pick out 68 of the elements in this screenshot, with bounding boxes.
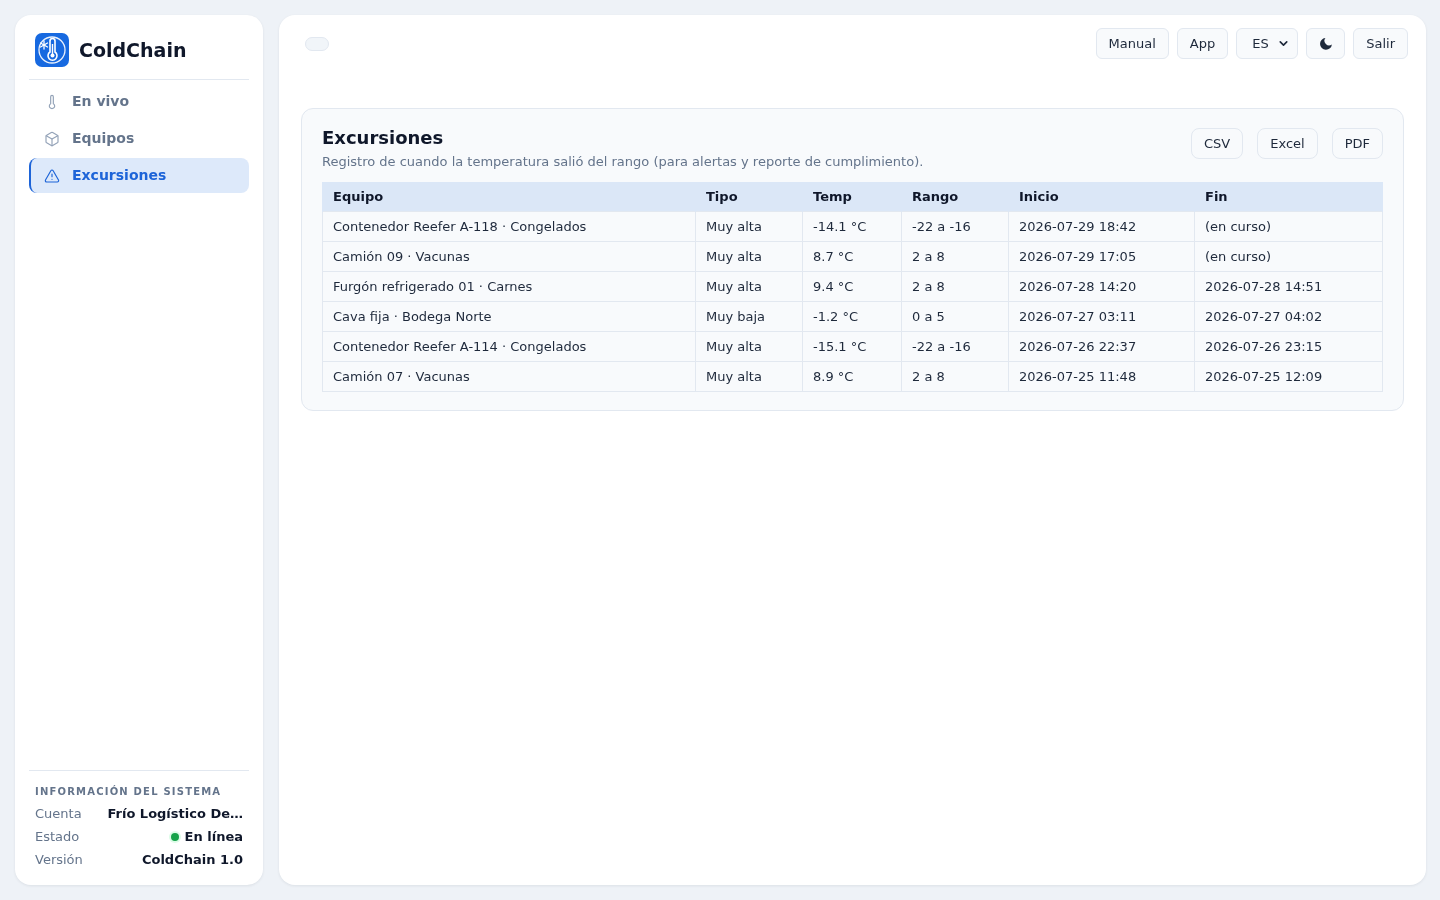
table-cell: Muy alta [695,211,803,242]
info-label: Cuenta [35,804,82,823]
table-cell: -15.1 °C [802,331,902,362]
theme-toggle-button[interactable] [1306,28,1346,59]
table-cell: 2026-07-27 03:11 [1008,301,1195,332]
table-cell: Muy alta [695,361,803,392]
table-cell: Muy alta [695,241,803,272]
column-header: Fin [1194,181,1383,212]
export-button[interactable]: Excel [1257,128,1318,159]
nav-item[interactable]: En vivo [29,84,249,119]
info-value: En línea [184,827,243,846]
column-header: Temp [802,181,902,212]
table-cell: 2026-07-26 23:15 [1194,331,1383,362]
column-header: Equipo [322,181,696,212]
export-button[interactable]: CSV [1191,128,1244,159]
card-title: Excursiones [322,127,445,149]
table-cell: -14.1 °C [802,211,902,242]
card-subtitle: Registro de cuando la temperatura salió del rango (para alertas y reporte de cumplimiento). [322,153,924,171]
info-label: Estado [35,827,80,846]
table-cell: Muy alta [695,331,803,362]
header-link-button[interactable]: Manual [1095,28,1169,59]
column-header: Tipo [695,181,803,212]
column-header: Rango [901,181,1009,212]
info-label: Versión [35,850,83,869]
table-cell: (en curso) [1194,241,1383,272]
table-cell: 9.4 °C [802,271,902,302]
table-cell: Contenedor Reefer A-114 · Congelados [322,331,696,362]
header-link-button[interactable]: App [1176,28,1229,59]
info-value: Frío Logístico De… [107,804,243,823]
table-cell: 8.9 °C [802,361,902,392]
table-cell: Camión 07 · Vacunas [322,361,696,392]
table-cell: Furgón refrigerado 01 · Carnes [322,271,696,302]
table-cell: 2 a 8 [901,271,1009,302]
table-cell: -22 a -16 [901,331,1009,362]
table-cell: 2026-07-25 12:09 [1194,361,1383,392]
table-cell: 2 a 8 [901,241,1009,272]
language-select[interactable]: ES [1236,28,1299,59]
table-cell: 2026-07-26 22:37 [1008,331,1195,362]
cube-icon [44,130,60,147]
export-button[interactable]: PDF [1331,128,1383,159]
table-cell: Contenedor Reefer A-118 · Congelados [322,211,696,242]
warning-icon [44,167,60,184]
table-cell: 0 a 5 [901,301,1009,332]
table-cell: Muy alta [695,271,803,302]
table-cell: 2026-07-28 14:51 [1194,271,1383,302]
table-cell: 2026-07-27 04:02 [1194,301,1383,332]
logout-button[interactable]: Salir [1353,28,1408,59]
table-cell: 2026-07-29 17:05 [1008,241,1195,272]
table-cell: 2026-07-28 14:20 [1008,271,1195,302]
info-value: ColdChain 1.0 [141,850,243,869]
table-cell: -1.2 °C [802,301,902,332]
table-cell: 2026-07-25 11:48 [1008,361,1195,392]
moon-icon [1319,37,1332,50]
table-cell: Cava fija · Bodega Norte [322,301,696,332]
thermometer-snowflake-logo [35,33,69,67]
section-heading: INFORMACIÓN DEL SISTEMA [35,784,223,799]
table-cell: 2 a 8 [901,361,1009,392]
brand-name: ColdChain [79,37,187,63]
table-cell: (en curso) [1194,211,1383,242]
column-header: Inicio [1008,181,1195,212]
nav-item[interactable]: Equipos [29,121,249,156]
table-cell: 2026-07-29 18:42 [1008,211,1195,242]
nav-item[interactable]: Excursiones [29,158,249,193]
table-cell: Camión 09 · Vacunas [322,241,696,272]
table-cell: 8.7 °C [802,241,902,272]
toggle-switch[interactable] [305,36,329,51]
table-cell: -22 a -16 [901,211,1009,242]
table-cell: Muy baja [695,301,803,332]
